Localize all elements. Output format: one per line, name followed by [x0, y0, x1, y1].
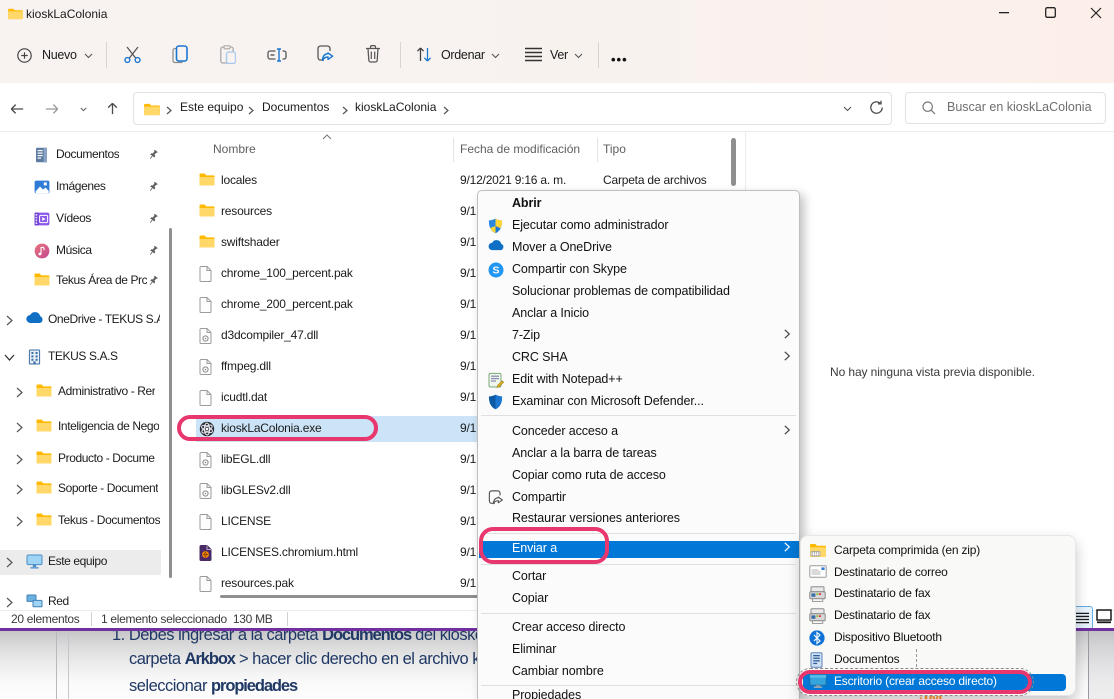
svg-text:S: S	[492, 265, 499, 277]
